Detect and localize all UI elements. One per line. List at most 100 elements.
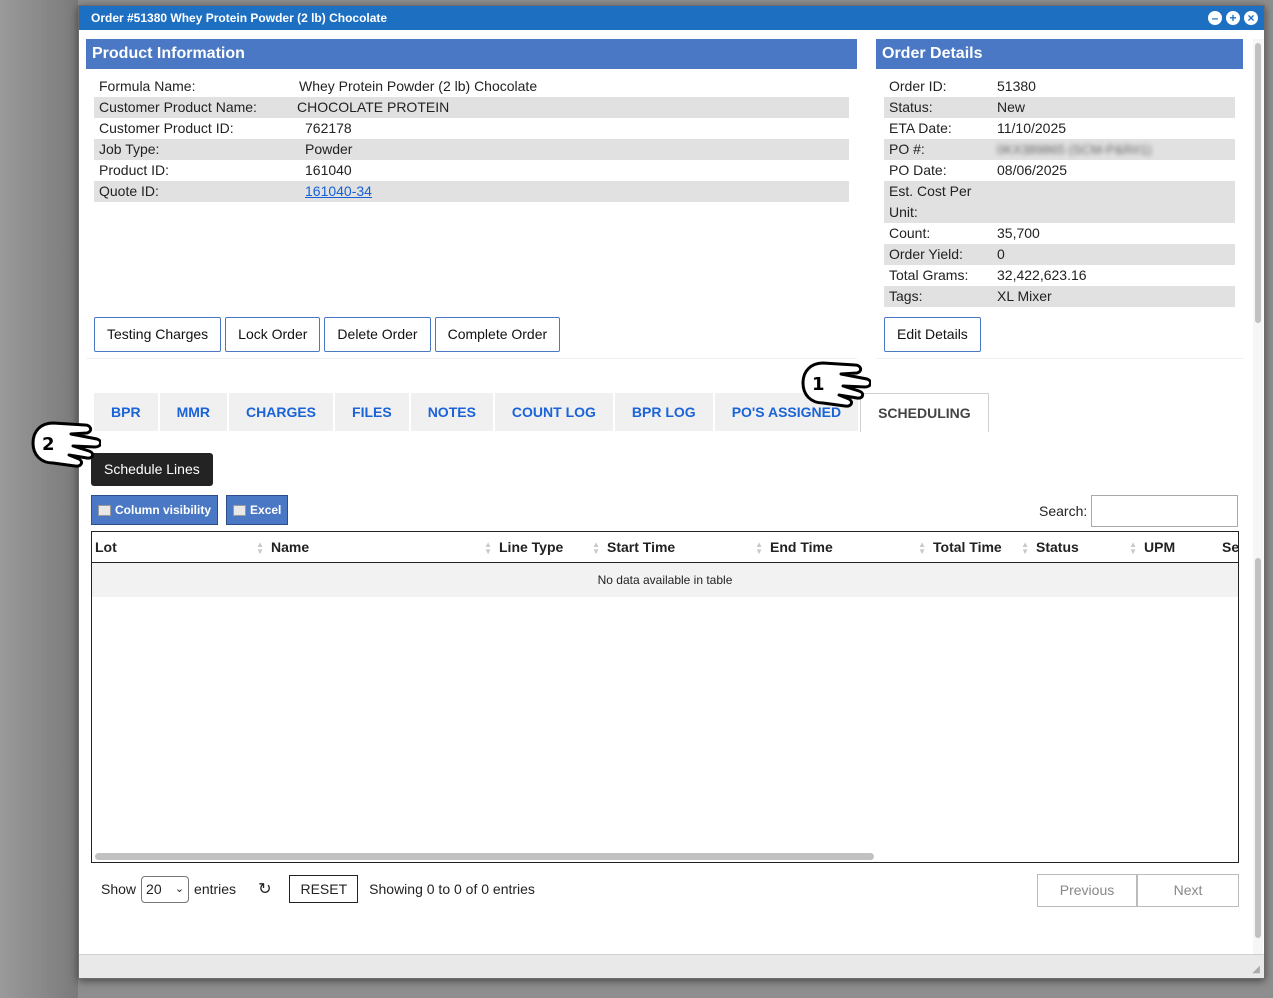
column-label: UPM <box>1144 539 1176 555</box>
info-value: CHOCOLATE PROTEIN <box>297 99 450 115</box>
detail-row: Order Yield: 0 <box>884 244 1235 265</box>
info-label: Product ID: <box>99 162 170 178</box>
schedule-lines-tooltip: Schedule Lines <box>91 453 213 486</box>
chevron-down-icon: ⌄ <box>174 882 185 895</box>
detail-value: New <box>997 99 1026 115</box>
info-row: Customer Product ID: 762178 <box>94 118 849 139</box>
product-information-heading: Product Information <box>86 39 857 69</box>
column-label: Status <box>1036 539 1079 555</box>
order-details-panel: Order Details Order ID: 51380 Status: Ne… <box>876 39 1243 359</box>
detail-row: Status: New <box>884 97 1235 118</box>
close-icon[interactable]: × <box>1244 11 1258 25</box>
info-row: Product ID: 161040 <box>94 160 849 181</box>
next-button[interactable]: Next <box>1137 874 1239 907</box>
horizontal-scrollbar[interactable] <box>95 853 874 860</box>
maximize-icon[interactable]: + <box>1226 11 1240 25</box>
column-header-name[interactable]: Name ▲ ▼ <box>268 532 496 562</box>
reset-button[interactable]: RESET <box>289 875 359 903</box>
search-input[interactable] <box>1091 495 1238 527</box>
column-label: Lot <box>95 539 117 555</box>
detail-label: PO #: <box>889 141 925 157</box>
tab-mmr[interactable]: MMR <box>159 393 227 431</box>
info-row: Formula Name: Whey Protein Powder (2 lb)… <box>94 76 849 97</box>
empty-table-message: No data available in table <box>92 563 1238 597</box>
detail-value: XL Mixer <box>997 288 1052 304</box>
column-header-lot[interactable]: Lot ▲ ▼ <box>92 532 268 562</box>
pagination: Previous Next <box>1037 874 1239 907</box>
detail-value: 0 <box>997 246 1005 262</box>
entries-label: entries <box>194 881 237 897</box>
tab-charges[interactable]: CHARGES <box>229 393 334 431</box>
column-header-status[interactable]: Status ▲ ▼ <box>1033 532 1141 562</box>
tab-notes[interactable]: NOTES <box>410 393 493 431</box>
detail-value: 51380 <box>997 78 1036 94</box>
inner-scrollbar-thumb[interactable] <box>1255 558 1261 938</box>
column-label: Line Type <box>499 539 564 555</box>
entries-select[interactable]: 20 ⌄ <box>141 875 190 903</box>
edit-details-button[interactable]: Edit Details <box>884 317 981 352</box>
detail-label: Est. Cost Per Unit: <box>889 183 972 220</box>
sort-icon: ▲ ▼ <box>256 540 264 556</box>
column-header-se[interactable]: Se <box>1219 532 1238 562</box>
column-header-line-type[interactable]: Line Type ▲ ▼ <box>496 532 604 562</box>
po-number-value: 0KX389865 (SCM-P&R#1) <box>997 142 1152 157</box>
window-titlebar[interactable]: Order #51380 Whey Protein Powder (2 lb) … <box>79 6 1264 30</box>
tab-bpr-log[interactable]: BPR LOG <box>614 393 713 431</box>
detail-label: Order ID: <box>889 78 947 94</box>
column-label: End Time <box>770 539 833 555</box>
show-label: Show <box>101 881 137 897</box>
minimize-icon[interactable]: – <box>1208 11 1222 25</box>
sort-icon: ▲ ▼ <box>592 540 600 556</box>
desktop-background <box>0 0 78 998</box>
column-header-end-time[interactable]: End Time ▲ ▼ <box>767 532 930 562</box>
entries-select-value: 20 <box>146 880 162 897</box>
detail-value: 32,422,623.16 <box>997 267 1087 283</box>
hand-number: 1 <box>812 374 825 395</box>
info-row: Customer Product Name: CHOCOLATE PROTEIN <box>94 97 849 118</box>
info-value: Whey Protein Powder (2 lb) Chocolate <box>299 78 538 94</box>
refresh-icon[interactable]: ↻ <box>258 879 271 899</box>
delete-order-button[interactable]: Delete Order <box>324 317 431 352</box>
info-label: Formula Name: <box>99 78 196 94</box>
testing-charges-button[interactable]: Testing Charges <box>94 317 222 352</box>
column-visibility-label: Column visibility <box>115 503 212 517</box>
detail-row: Total Grams: 32,422,623.16 <box>884 265 1235 286</box>
detail-value: 11/10/2025 <box>997 120 1067 136</box>
column-label: Start Time <box>607 539 676 555</box>
info-label: Job Type: <box>99 141 160 157</box>
table-header: Lot ▲ ▼ Name ▲ ▼ Line Type ▲ ▼ Start Time ▲… <box>92 532 1238 563</box>
excel-label: Excel <box>250 503 282 517</box>
product-information-panel: Product Information Formula Name: Whey P… <box>86 39 857 359</box>
excel-button[interactable]: Excel <box>226 495 289 525</box>
tab-bpr[interactable]: BPR <box>94 393 158 431</box>
sort-icon: ▲ ▼ <box>484 540 492 556</box>
column-header-upm[interactable]: UPM <box>1141 532 1219 562</box>
tab-count-log[interactable]: COUNT LOG <box>494 393 613 431</box>
excel-icon <box>233 504 247 516</box>
tab-scheduling[interactable]: SCHEDULING <box>860 393 989 432</box>
detail-label: Total Grams: <box>889 267 969 283</box>
detail-label: PO Date: <box>889 162 947 178</box>
column-header-total-time[interactable]: Total Time ▲ ▼ <box>930 532 1033 562</box>
column-header-start-time[interactable]: Start Time ▲ ▼ <box>604 532 767 562</box>
schedule-table: Lot ▲ ▼ Name ▲ ▼ Line Type ▲ ▼ Start Time ▲… <box>91 531 1239 863</box>
hand-number: 2 <box>42 434 55 455</box>
detail-label: Tags: <box>889 288 923 304</box>
resize-grip-icon[interactable]: ◢ <box>1252 964 1260 975</box>
previous-button[interactable]: Previous <box>1037 874 1137 907</box>
window-title: Order #51380 Whey Protein Powder (2 lb) … <box>91 11 388 25</box>
info-row: Job Type: Powder <box>94 139 849 160</box>
search-label: Search: <box>1039 503 1088 519</box>
detail-value: 35,700 <box>997 225 1040 241</box>
column-label: Total Time <box>933 539 1002 555</box>
complete-order-button[interactable]: Complete Order <box>434 317 561 352</box>
tab-files[interactable]: FILES <box>335 393 409 431</box>
sort-icon: ▲ ▼ <box>1021 540 1029 556</box>
column-visibility-button[interactable]: Column visibility <box>91 495 219 525</box>
detail-label: Order Yield: <box>889 246 963 262</box>
detail-row: Tags: XL Mixer <box>884 286 1235 307</box>
quote-id-link[interactable]: 161040-34 <box>305 181 372 202</box>
vertical-scrollbar-thumb[interactable] <box>1255 43 1261 323</box>
showing-entries-text: Showing 0 to 0 of 0 entries <box>369 881 535 897</box>
lock-order-button[interactable]: Lock Order <box>225 317 321 352</box>
